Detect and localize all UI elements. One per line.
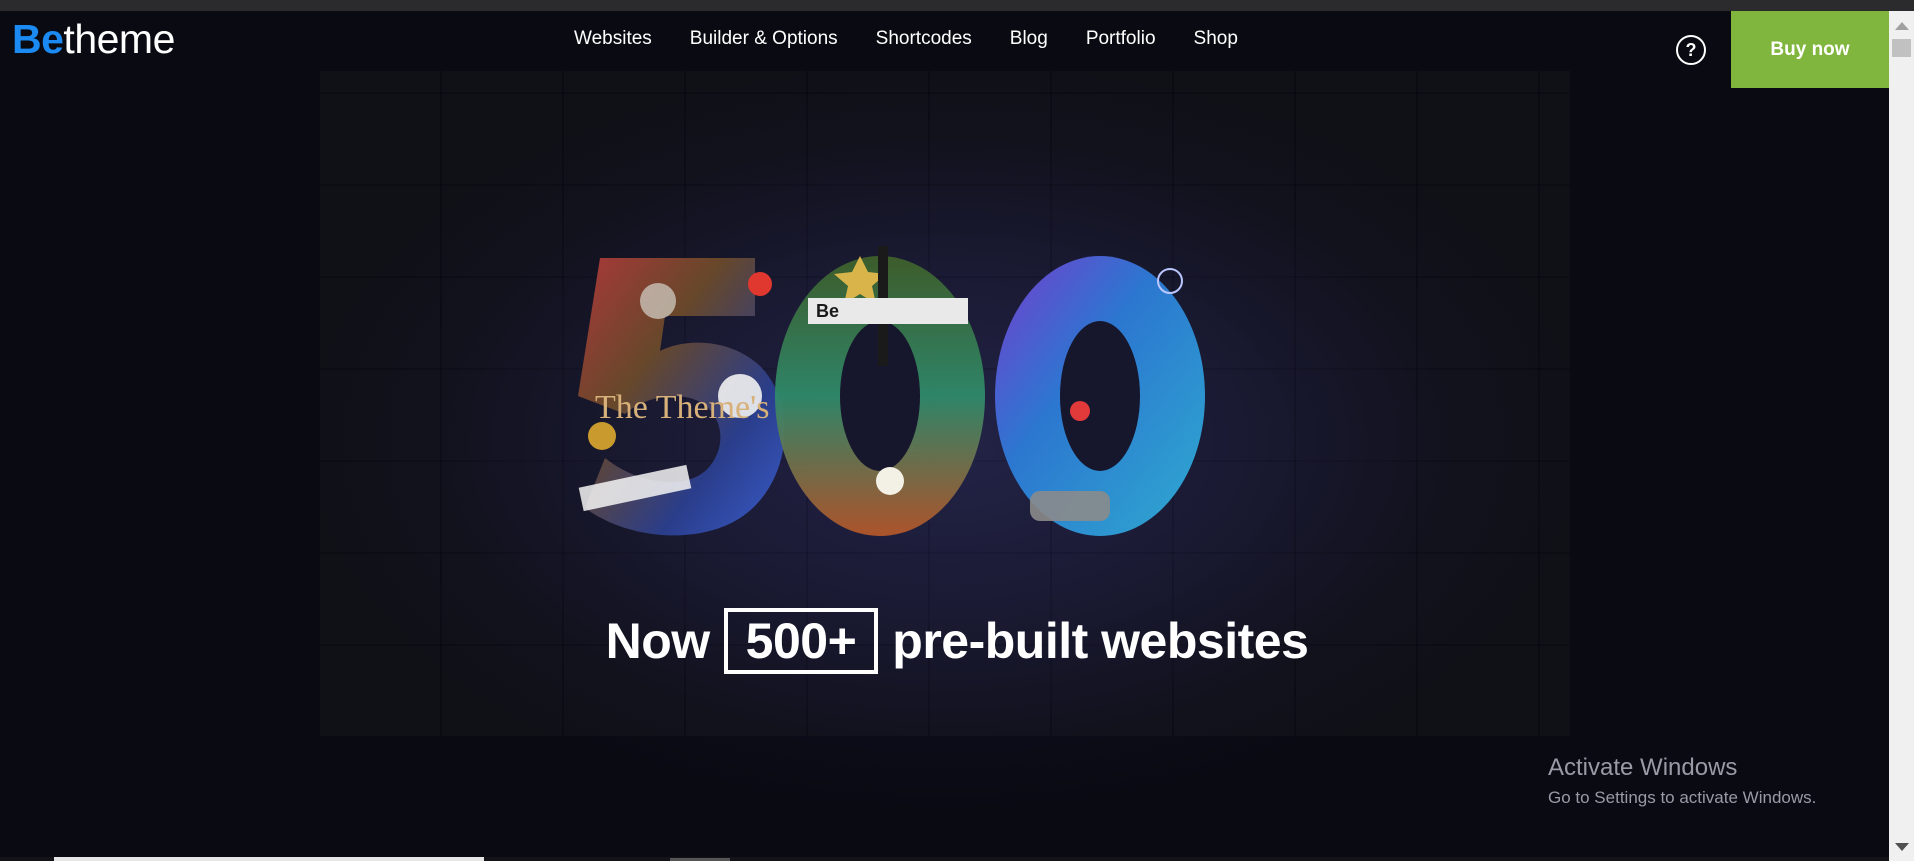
be-badge-text: Be [816, 301, 839, 321]
betheme-logo[interactable]: Betheme [12, 19, 175, 60]
headline-pre-built: pre-built websites [892, 613, 1309, 669]
nav-item-portfolio[interactable]: Portfolio [1086, 28, 1156, 50]
windows-watermark-subtitle: Go to Settings to activate Windows. [1548, 788, 1817, 807]
nav-item-shop[interactable]: Shop [1194, 28, 1238, 50]
vertical-scrollbar[interactable] [1889, 11, 1914, 861]
horizontal-scrollbar[interactable] [0, 857, 1889, 861]
nav-item-blog[interactable]: Blog [1010, 28, 1048, 50]
help-icon-glyph: ? [1685, 39, 1697, 60]
nav-item-shortcodes[interactable]: Shortcodes [876, 28, 972, 50]
logo-theme: theme [63, 16, 175, 62]
hero-500-collage: Be The Theme's [578, 246, 1205, 536]
headline-500-box: 500+ [723, 608, 879, 674]
browser-top-strip [0, 0, 1914, 11]
logo-be: Be [12, 16, 64, 62]
nav-item-builder-options[interactable]: Builder & Options [690, 28, 838, 50]
scroll-down-icon[interactable] [1895, 843, 1909, 851]
nav-item-websites[interactable]: Websites [574, 28, 652, 50]
windows-watermark-title: Activate Windows [1548, 754, 1738, 781]
hero-headline: Now 500+ pre-built websites [0, 608, 1889, 674]
scroll-up-icon[interactable] [1895, 22, 1909, 30]
horizontal-scroll-thumb[interactable] [54, 857, 484, 861]
help-icon[interactable]: ? [1676, 35, 1706, 65]
headline-now: Now [605, 613, 711, 669]
main-nav: Websites Builder & Options Shortcodes Bl… [574, 28, 1238, 50]
buy-now-button[interactable]: Buy now [1731, 11, 1889, 88]
theme-caption: The Theme's [595, 389, 770, 426]
scrollbar-thumb[interactable] [1892, 39, 1911, 57]
page: Betheme Websites Builder & Options Short… [0, 11, 1889, 861]
